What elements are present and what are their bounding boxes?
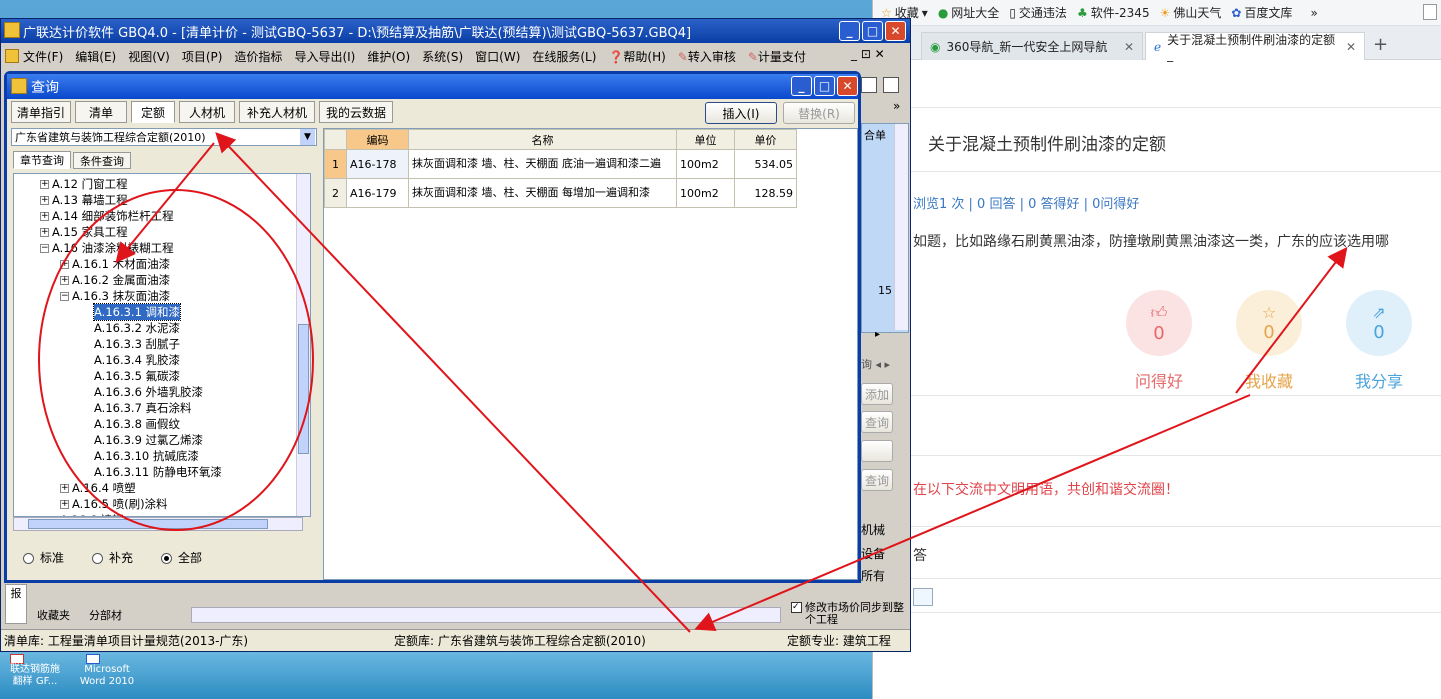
annotation-arrow [115, 142, 215, 264]
annotation-marks [38, 132, 1348, 633]
annotation-overlay [38, 132, 1348, 633]
annotation-arrow [1235, 246, 1348, 394]
annotation-arrow [215, 132, 691, 633]
annotation-circle [38, 189, 314, 531]
annotation-arrow [694, 394, 1251, 631]
